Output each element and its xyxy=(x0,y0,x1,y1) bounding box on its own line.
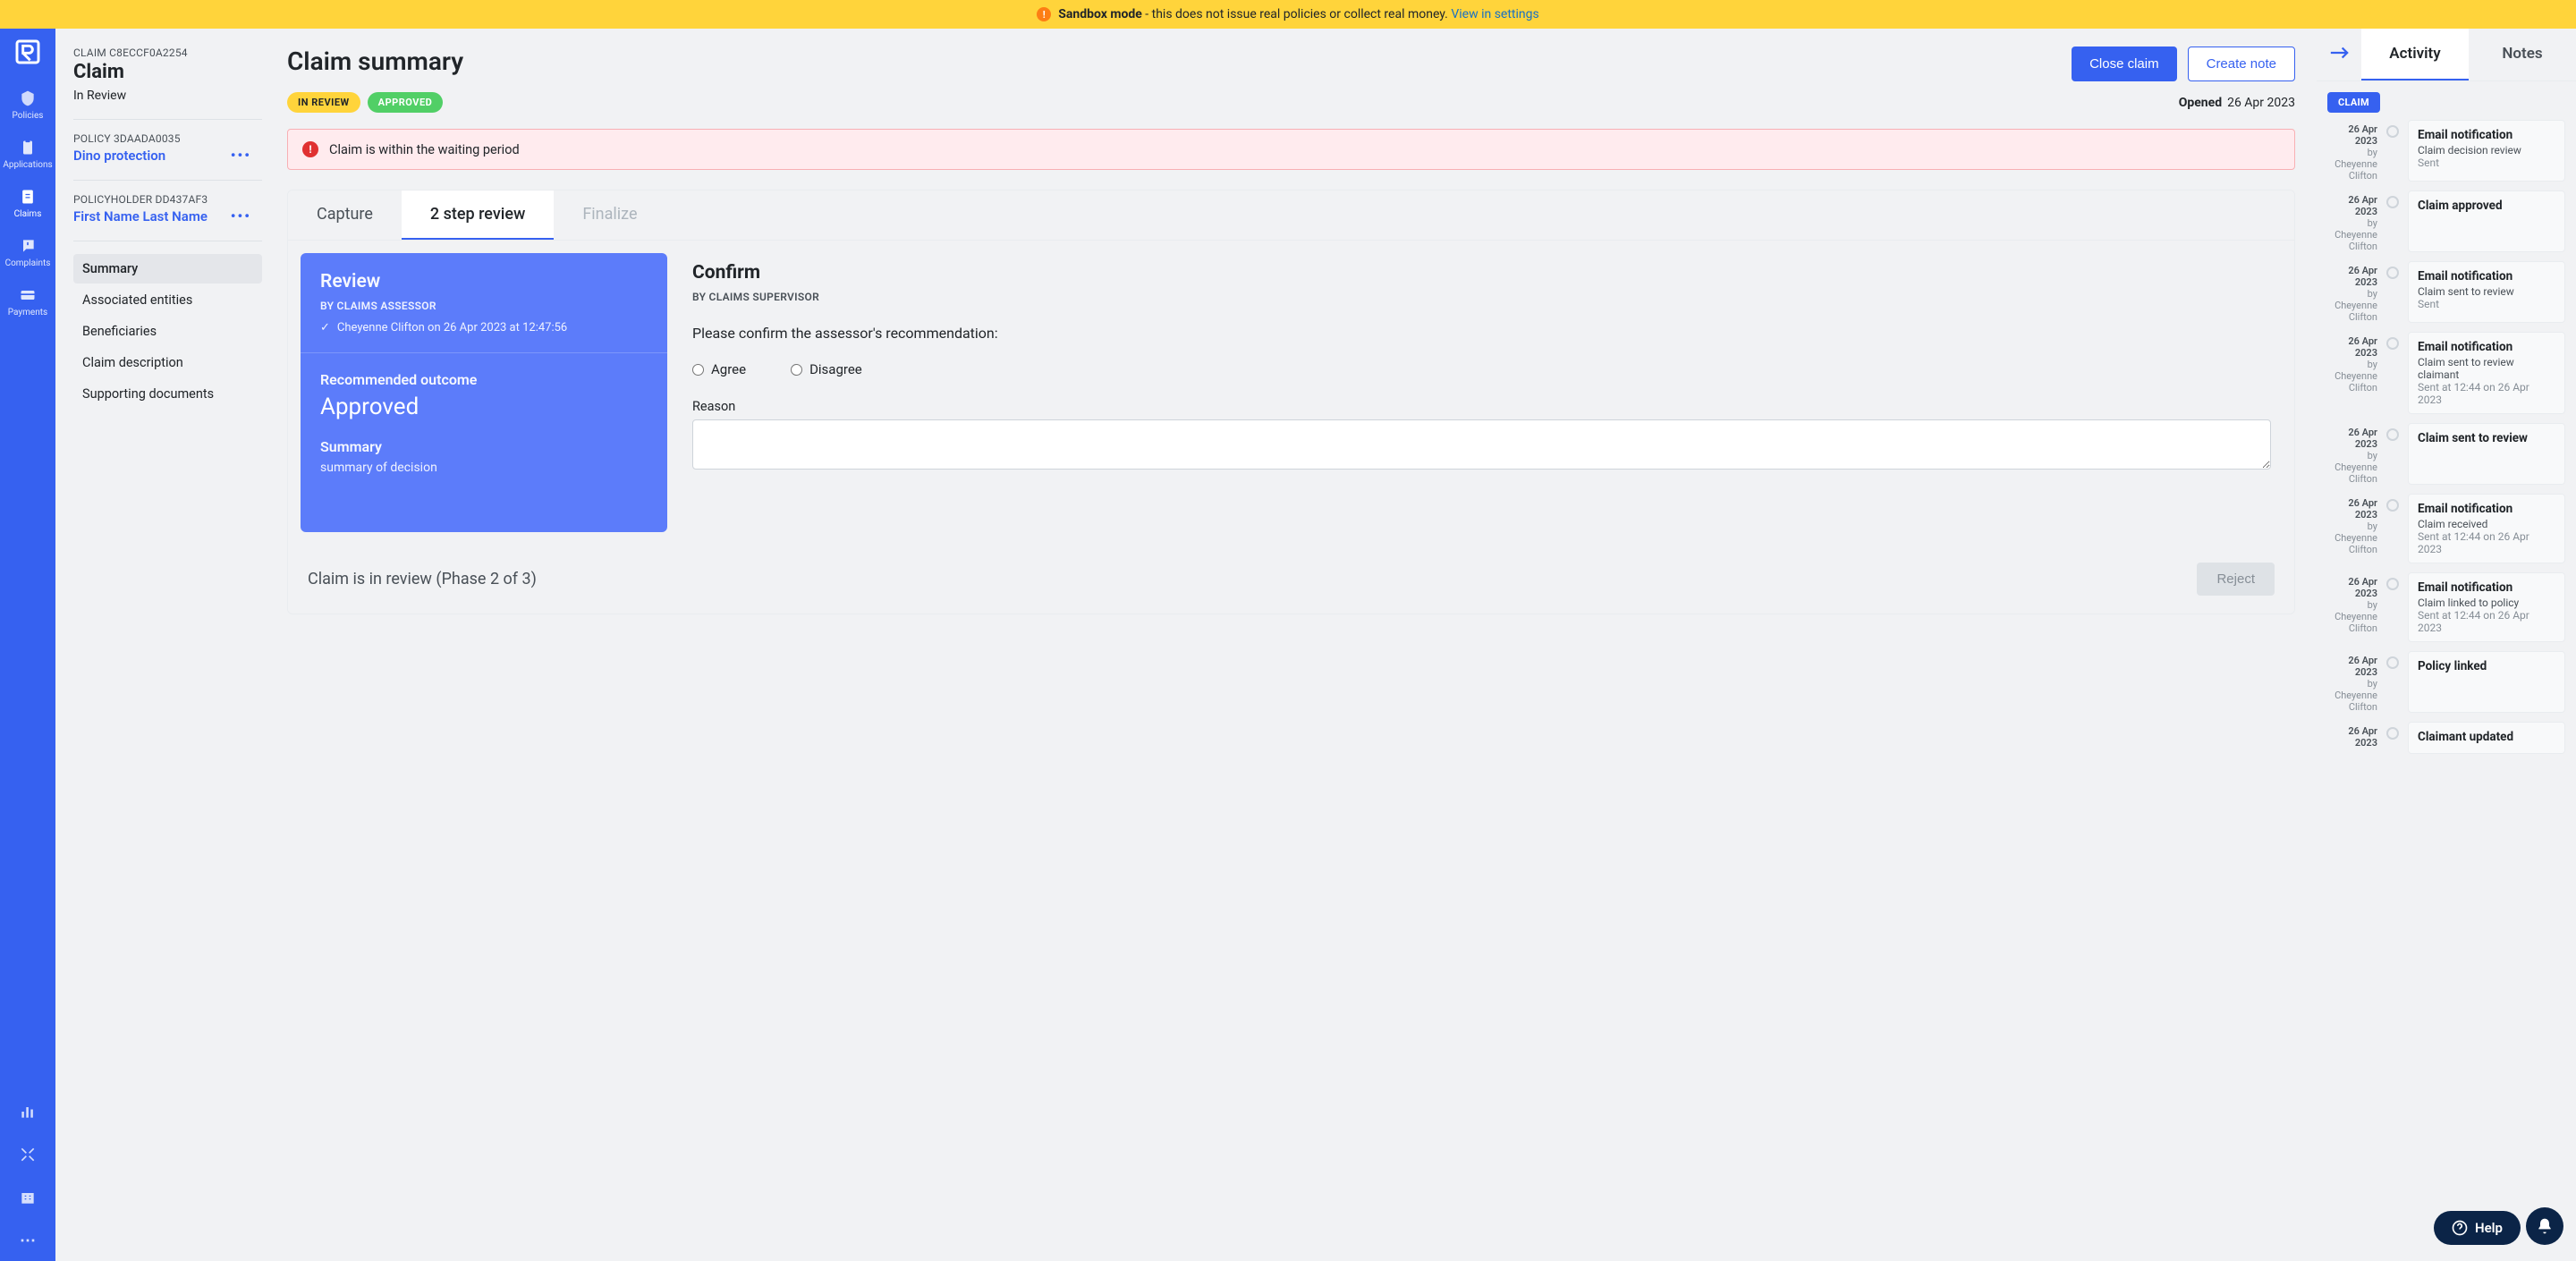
sidebar-nav-item[interactable]: Beneficiaries xyxy=(73,317,262,346)
activity-item[interactable]: 26 Apr 2023 Claimant updated xyxy=(2327,722,2565,754)
collapse-activity-icon[interactable] xyxy=(2317,31,2361,78)
radio-agree-label[interactable]: Agree xyxy=(692,361,746,377)
sandbox-mode-label: Sandbox mode xyxy=(1058,7,1142,21)
activity-list[interactable]: 26 Apr 2023 by Cheyenne Clifton Email no… xyxy=(2317,120,2576,1261)
sidebar-nav-item[interactable]: Supporting documents xyxy=(73,379,262,409)
rail-item-policies[interactable]: Policies xyxy=(0,80,55,130)
review-card: Capture 2 step review Finalize Review BY… xyxy=(287,190,2295,614)
timeline-dot xyxy=(2386,196,2399,208)
reason-label: Reason xyxy=(692,399,2271,414)
waiting-period-alert: ! Claim is within the waiting period xyxy=(287,129,2295,170)
alert-icon: ! xyxy=(302,141,318,157)
review-panel: Review BY CLAIMS ASSESSOR ✓ Cheyenne Cli… xyxy=(301,253,667,532)
timeline-dot xyxy=(2386,499,2399,512)
activity-filter-claim[interactable]: CLAIM xyxy=(2327,92,2380,113)
radio-disagree[interactable] xyxy=(791,364,802,376)
sidebar-title: Claim xyxy=(73,61,262,83)
timeline-dot xyxy=(2386,337,2399,350)
confirm-role: BY CLAIMS SUPERVISOR xyxy=(692,291,2271,303)
timeline-dot xyxy=(2386,578,2399,590)
sandbox-text: - this does not issue real policies or c… xyxy=(1142,7,1452,21)
notifications-button[interactable] xyxy=(2526,1207,2563,1245)
tab-review[interactable]: 2 step review xyxy=(402,190,554,240)
summary-text: summary of decision xyxy=(320,461,648,475)
opened-date: Opened26 Apr 2023 xyxy=(2179,96,2295,110)
sidebar-nav: SummaryAssociated entitiesBeneficiariesC… xyxy=(73,254,262,409)
activity-item[interactable]: 26 Apr 2023 by Cheyenne Clifton Policy l… xyxy=(2327,651,2565,713)
view-settings-link[interactable]: View in settings xyxy=(1451,7,1538,21)
policy-link[interactable]: Dino protection xyxy=(73,148,165,164)
review-role: BY CLAIMS ASSESSOR xyxy=(320,300,648,312)
policyholder-id-label: POLICYHOLDER DD437AF3 xyxy=(73,193,262,206)
timeline-dot xyxy=(2386,125,2399,138)
close-claim-button[interactable]: Close claim xyxy=(2072,47,2177,81)
sidebar: CLAIM C8ECCF0A2254 Claim In Review POLIC… xyxy=(55,29,266,1261)
activity-item[interactable]: 26 Apr 2023 by Cheyenne Clifton Claim se… xyxy=(2327,423,2565,485)
check-icon: ✓ xyxy=(320,321,330,334)
tab-capture[interactable]: Capture xyxy=(288,190,402,240)
recommended-outcome-label: Recommended outcome xyxy=(320,371,648,388)
activity-panel: Activity Notes CLAIM 26 Apr 2023 by Chey… xyxy=(2317,29,2576,1261)
rail-more-icon[interactable]: ⋯ xyxy=(20,1221,36,1261)
confirm-panel: Confirm BY CLAIMS SUPERVISOR Please conf… xyxy=(692,253,2282,532)
sandbox-banner: ! Sandbox mode - this does not issue rea… xyxy=(0,0,2576,29)
status-badge-approved: APPROVED xyxy=(368,92,444,113)
rail-building-icon[interactable] xyxy=(19,1178,37,1221)
sidebar-nav-item[interactable]: Summary xyxy=(73,254,262,284)
sidebar-nav-item[interactable]: Associated entities xyxy=(73,285,262,315)
help-button[interactable]: Help xyxy=(2434,1211,2521,1245)
main-content: Claim summary Close claim Create note IN… xyxy=(266,29,2317,1261)
reason-textarea[interactable] xyxy=(692,419,2271,470)
recommended-outcome-value: Approved xyxy=(320,394,648,420)
timeline-dot xyxy=(2386,267,2399,279)
review-title: Review xyxy=(320,271,648,292)
tab-finalize: Finalize xyxy=(554,190,665,240)
policy-menu-icon[interactable]: ••• xyxy=(231,147,251,164)
rail-tools-icon[interactable] xyxy=(19,1135,37,1178)
rail-item-payments[interactable]: Payments xyxy=(0,277,55,326)
nav-rail: Policies Applications Claims Complaints … xyxy=(0,29,55,1261)
phase-text: Claim is in review (Phase 2 of 3) xyxy=(308,570,537,588)
review-signer: ✓ Cheyenne Clifton on 26 Apr 2023 at 12:… xyxy=(320,321,648,334)
activity-item[interactable]: 26 Apr 2023 by Cheyenne Clifton Email no… xyxy=(2327,572,2565,642)
confirm-prompt: Please confirm the assessor's recommenda… xyxy=(692,325,2271,342)
activity-item[interactable]: 26 Apr 2023 by Cheyenne Clifton Email no… xyxy=(2327,494,2565,563)
create-note-button[interactable]: Create note xyxy=(2188,47,2295,81)
radio-agree[interactable] xyxy=(692,364,704,376)
activity-item[interactable]: 26 Apr 2023 by Cheyenne Clifton Claim ap… xyxy=(2327,190,2565,252)
timeline-dot xyxy=(2386,428,2399,441)
policy-id-label: POLICY 3DAADA0035 xyxy=(73,132,262,145)
activity-item[interactable]: 26 Apr 2023 by Cheyenne Clifton Email no… xyxy=(2327,120,2565,182)
claim-status: In Review xyxy=(73,89,262,103)
activity-item[interactable]: 26 Apr 2023 by Cheyenne Clifton Email no… xyxy=(2327,261,2565,323)
timeline-dot xyxy=(2386,656,2399,669)
rail-analytics-icon[interactable] xyxy=(19,1092,37,1135)
rail-item-applications[interactable]: Applications xyxy=(0,130,55,179)
timeline-dot xyxy=(2386,727,2399,740)
sidebar-nav-item[interactable]: Claim description xyxy=(73,348,262,377)
page-title: Claim summary xyxy=(287,47,463,76)
rail-item-complaints[interactable]: Complaints xyxy=(0,228,55,277)
policyholder-menu-icon[interactable]: ••• xyxy=(231,207,251,224)
reject-button: Reject xyxy=(2197,563,2275,596)
status-badge-review: IN REVIEW xyxy=(287,92,360,113)
radio-disagree-label[interactable]: Disagree xyxy=(791,361,862,377)
claim-id-label: CLAIM C8ECCF0A2254 xyxy=(73,47,262,59)
brand-logo[interactable] xyxy=(13,38,42,70)
confirm-title: Confirm xyxy=(692,262,2271,284)
activity-item[interactable]: 26 Apr 2023 by Cheyenne Clifton Email no… xyxy=(2327,332,2565,414)
tab-notes[interactable]: Notes xyxy=(2469,29,2576,80)
tab-activity[interactable]: Activity xyxy=(2361,29,2469,80)
warning-icon: ! xyxy=(1037,7,1051,21)
policyholder-link[interactable]: First Name Last Name xyxy=(73,208,208,224)
rail-item-claims[interactable]: Claims xyxy=(0,179,55,228)
summary-label: Summary xyxy=(320,438,648,455)
